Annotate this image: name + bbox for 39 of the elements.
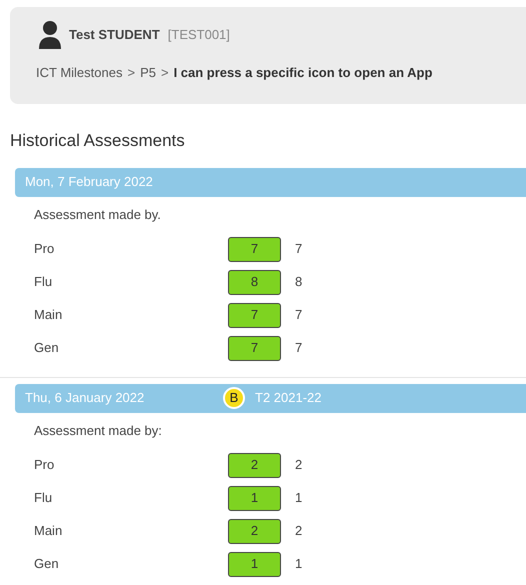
- criterion-label: Gen: [34, 555, 60, 574]
- score-value: 1: [295, 489, 302, 508]
- score-box: 1: [228, 552, 281, 576]
- assessment-date: Mon, 7 February 2022: [25, 173, 154, 192]
- breadcrumb-separator: >: [127, 64, 136, 82]
- student-name: Test STUDENT: [69, 26, 160, 44]
- score-value: 1: [295, 555, 302, 574]
- breadcrumb-separator: >: [160, 64, 169, 82]
- criterion-label: Pro: [34, 456, 56, 474]
- score-value: 7: [295, 240, 302, 258]
- score-box: 2: [228, 452, 281, 478]
- score-box: 1: [228, 486, 281, 510]
- assessment-author: Assessment made by.: [34, 206, 162, 224]
- score-box: 2: [228, 518, 281, 544]
- score-box: 7: [228, 302, 281, 328]
- user-icon: [39, 20, 61, 49]
- score-value: 2: [295, 456, 302, 474]
- criterion-label: Main: [34, 522, 64, 540]
- student-code: [TEST001]: [168, 26, 230, 44]
- score-value: 7: [295, 339, 302, 358]
- grade-badge: B: [223, 387, 245, 409]
- breadcrumb-link[interactable]: P5: [140, 63, 156, 82]
- assessment-author: Assessment made by:: [34, 422, 163, 440]
- criterion-label: Gen: [34, 339, 60, 358]
- term-label: T2 2021-22: [255, 389, 322, 408]
- score-box: 7: [228, 236, 281, 262]
- criterion-label: Main: [34, 306, 64, 324]
- assessment-date: Thu, 6 January 2022: [25, 389, 146, 408]
- criterion-label: Flu: [34, 489, 54, 508]
- section-heading: Historical Assessments: [10, 130, 186, 152]
- score-value: 8: [295, 273, 302, 292]
- breadcrumb-link[interactable]: ICT Milestones: [36, 63, 122, 82]
- score-box: 7: [228, 336, 281, 360]
- criterion-label: Flu: [34, 273, 54, 292]
- score-value: 2: [295, 522, 302, 540]
- score-value: 7: [295, 306, 302, 324]
- breadcrumb-current: I can press a specific icon to open an App: [174, 64, 432, 82]
- score-box: 8: [228, 270, 281, 294]
- criterion-label: Pro: [34, 240, 56, 258]
